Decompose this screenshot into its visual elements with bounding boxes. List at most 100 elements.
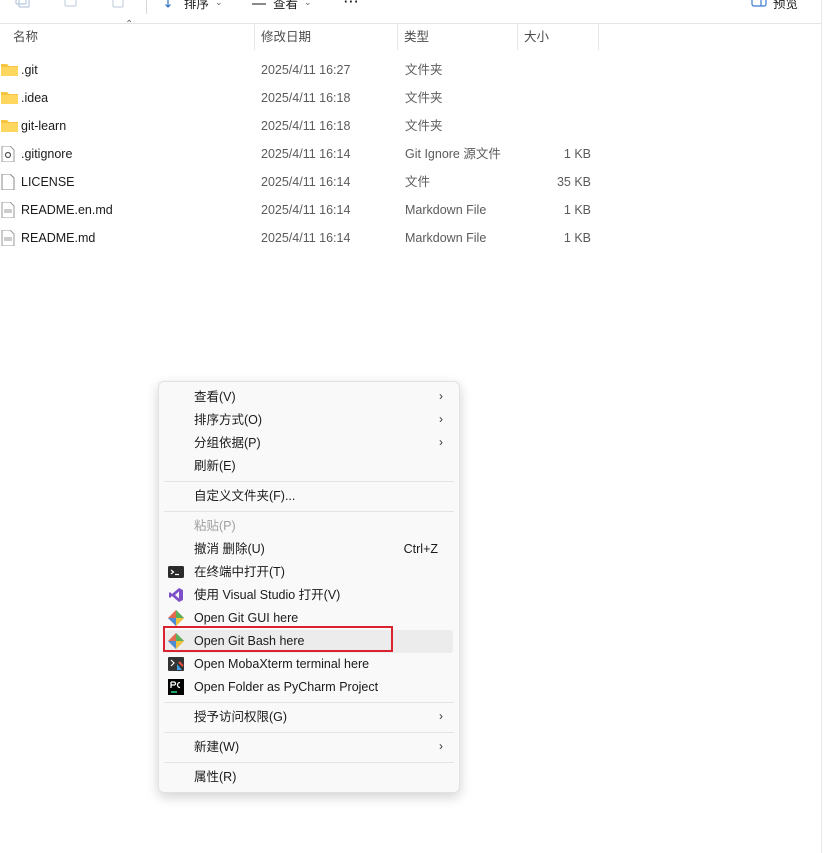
more-options-button[interactable]: ··· [344,0,360,10]
file-date: 2025/4/11 16:14 [261,147,351,161]
visual-studio-icon [168,587,184,603]
sort-button[interactable]: 排序 ⌄ [164,0,223,11]
menu-separator [164,762,454,763]
menu-item-label: 属性(R) [194,770,237,784]
file-type: 文件夹 [405,63,443,77]
markdown-file-icon [1,229,17,247]
file-type: 文件夹 [405,119,443,133]
folder-icon [1,118,18,134]
file-size: 1 KB [563,147,591,161]
file-type: Markdown File [405,203,487,217]
menu-item-open-visual-studio[interactable]: 使用 Visual Studio 打开(V) [165,584,453,607]
sort-arrows-icon [165,0,171,8]
preview-button[interactable]: 预览 [751,0,798,11]
menu-item-label: 使用 Visual Studio 打开(V) [194,588,341,602]
menu-separator [164,511,454,512]
toolbar-divider [146,0,147,14]
annotation-highlight-box [163,626,393,652]
menu-item-open-in-terminal[interactable]: 在终端中打开(T) [165,561,453,584]
chevron-down-icon: ⌄ [304,0,312,7]
column-divider[interactable] [598,24,599,50]
file-type: Markdown File [405,231,487,245]
delete-icon[interactable] [111,0,125,11]
file-type: 文件夹 [405,91,443,105]
file-date: 2025/4/11 16:14 [261,203,351,217]
menu-item-view[interactable]: 查看(V) › [165,386,453,409]
file-size: 35 KB [556,175,591,189]
folder-icon [1,62,18,78]
file-size: 1 KB [563,231,591,245]
menu-item-label: Open Folder as PyCharm Project [194,680,379,694]
column-divider[interactable] [254,24,255,50]
pycharm-icon [168,679,184,695]
column-header-date[interactable]: 修改日期 [261,24,311,50]
chevron-right-icon: › [439,435,443,449]
file-row[interactable]: .idea 2025/4/11 16:18 文件夹 [0,84,600,112]
column-header-name[interactable]: 名称 [13,24,38,50]
menu-item-shortcut: Ctrl+Z [403,542,438,556]
menu-item-give-access[interactable]: 授予访问权限(G) › [165,706,453,729]
menu-item-properties[interactable]: 属性(R) [165,766,453,789]
menu-item-undo-delete[interactable]: 撤消 删除(U) Ctrl+Z [165,538,453,561]
file-row[interactable]: README.md 2025/4/11 16:14 Markdown File … [0,224,600,252]
file-row[interactable]: LICENSE 2025/4/11 16:14 文件 35 KB [0,168,600,196]
context-menu: 查看(V) › 排序方式(O) › 分组依据(P) › 刷新(E) 自定义文件夹… [158,381,460,793]
menu-item-pycharm[interactable]: Open Folder as PyCharm Project [165,676,453,699]
file-name: LICENSE [21,175,75,189]
chevron-down-icon: ⌄ [215,0,223,7]
file-date: 2025/4/11 16:18 [261,91,351,105]
file-type: Git Ignore 源文件 [405,147,501,161]
menu-item-label: Open MobaXterm terminal here [194,657,370,671]
file-row[interactable]: git-learn 2025/4/11 16:18 文件夹 [0,112,600,140]
file-row[interactable]: .gitignore 2025/4/11 16:14 Git Ignore 源文… [0,140,600,168]
file-date: 2025/4/11 16:14 [261,231,351,245]
file-row[interactable]: .git 2025/4/11 16:27 文件夹 [0,56,600,84]
menu-separator [164,702,454,703]
more-icon: ··· [344,0,360,9]
column-divider[interactable] [397,24,398,50]
menu-item-refresh[interactable]: 刷新(E) [165,455,453,478]
file-size: 1 KB [563,203,591,217]
file-size [521,112,591,140]
menu-item-label: 在终端中打开(T) [194,565,285,579]
menu-item-label: 查看(V) [194,390,236,404]
menu-item-new[interactable]: 新建(W) › [165,736,453,759]
menu-item-group-by[interactable]: 分组依据(P) › [165,432,453,455]
chevron-right-icon: › [439,412,443,426]
column-divider[interactable] [517,24,518,50]
preview-pane-icon [751,0,767,7]
file-size [521,84,591,112]
menu-item-sort-by[interactable]: 排序方式(O) › [165,409,453,432]
menu-item-mobaxterm[interactable]: Open MobaXterm terminal here [165,653,453,676]
file-date: 2025/4/11 16:14 [261,175,351,189]
mobaxterm-icon [168,656,184,672]
menu-item-paste: 粘贴(P) [165,515,453,538]
file-type: 文件 [405,175,431,189]
copy-icon[interactable] [14,0,30,11]
gear-file-icon [1,145,17,163]
command-bar: 排序 ⌄ 查看 ⌄ ··· 预览 [0,0,822,24]
folder-icon [1,90,18,106]
menu-separator [164,481,454,482]
file-name: git-learn [21,119,67,133]
menu-item-label: 刷新(E) [194,459,236,473]
column-header-type[interactable]: 类型 [404,24,429,50]
menu-item-label: 排序方式(O) [194,413,263,427]
file-size [521,56,591,84]
view-button[interactable]: 查看 ⌄ [251,0,312,11]
column-header-size[interactable]: 大小 [524,24,549,50]
share-icon[interactable] [63,0,79,11]
sort-ascending-icon: ⌃ [125,19,134,30]
vertical-scrollbar[interactable] [821,0,838,853]
chevron-right-icon: › [439,389,443,403]
file-row[interactable]: README.en.md 2025/4/11 16:14 Markdown Fi… [0,196,600,224]
file-date: 2025/4/11 16:27 [261,63,351,77]
menu-item-label: 新建(W) [194,740,240,754]
chevron-right-icon: › [439,709,443,723]
view-lines-icon [252,3,266,5]
file-name: .idea [21,91,49,105]
file-name: README.md [21,231,96,245]
sort-label: 排序 [184,0,210,11]
menu-item-customize-folder[interactable]: 自定义文件夹(F)... [165,485,453,508]
column-header-row: ⌃ 名称 修改日期 类型 大小 [0,19,600,50]
